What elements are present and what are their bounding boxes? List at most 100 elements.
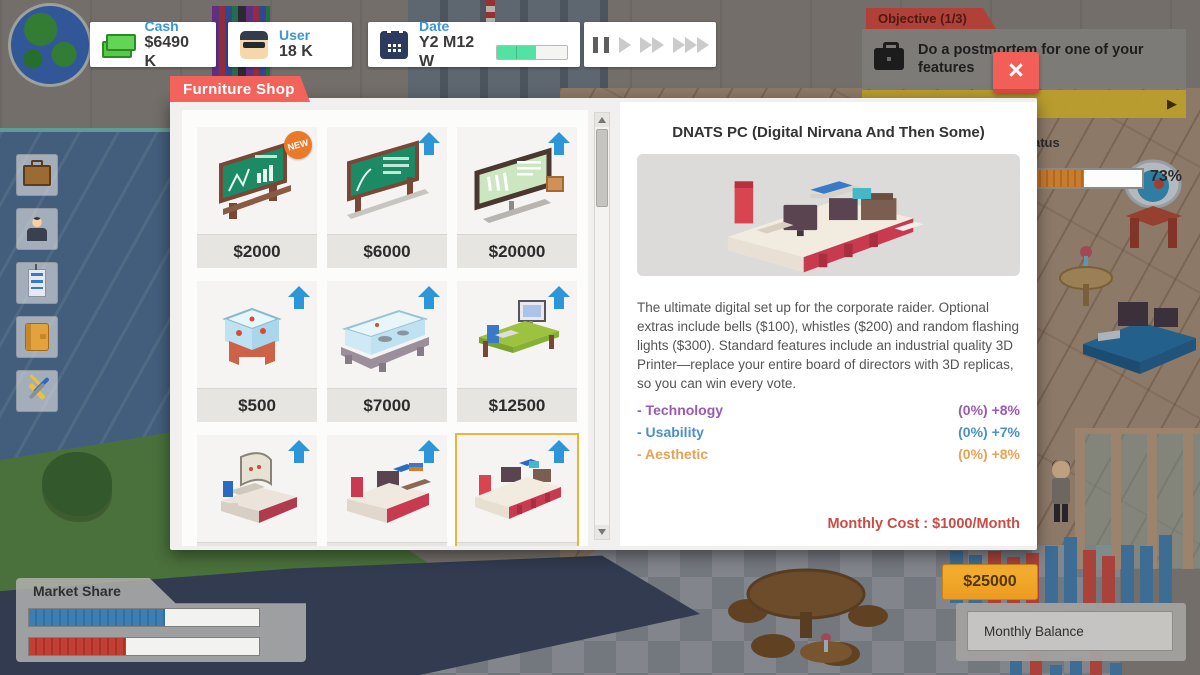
close-dialog-button[interactable]: × (993, 52, 1039, 93)
date-label: Date (419, 18, 568, 34)
date-panel: Date Y2 M12 W (368, 22, 580, 67)
play-button[interactable] (619, 37, 631, 53)
shop-item[interactable]: $12500 (457, 281, 577, 422)
market-share-bar-track (28, 637, 260, 656)
item-image (197, 435, 317, 542)
item-price (457, 542, 577, 546)
market-share-bar-self (29, 609, 165, 626)
briefcase-icon (23, 165, 51, 186)
scroll-up-button[interactable] (595, 113, 609, 127)
user-icon (240, 31, 268, 59)
market-share-bar-competitor (29, 638, 126, 655)
shop-items-grid: NEW $2000 $6000 (182, 110, 588, 546)
stat-value: (0%) +8% (958, 402, 1020, 418)
upgrade-arrow-icon (288, 286, 310, 309)
scrollbar-thumb[interactable] (596, 129, 608, 207)
item-image (327, 281, 447, 388)
stat-name: - Technology (637, 402, 723, 418)
objective-next-arrow[interactable]: ▶ (1167, 96, 1177, 112)
item-detail-pane: DNATS PC (Digital Nirvana And Then Some) (620, 102, 1037, 546)
item-price: $6000 (327, 234, 447, 268)
market-share-title: Market Share (33, 583, 121, 599)
objective-header: Objective (1/3) (866, 8, 996, 29)
monthly-balance-panel: Monthly Balance (956, 603, 1186, 661)
item-image (457, 127, 577, 234)
upgrade-arrow-icon (418, 440, 440, 463)
shop-item-selected[interactable] (457, 435, 577, 546)
shop-item[interactable] (197, 435, 317, 546)
week-progress-fill (497, 46, 535, 59)
balance-chart-bar (1121, 545, 1134, 603)
balance-chart-bar (1102, 556, 1115, 603)
item-price: $12500 (457, 388, 577, 422)
shop-item[interactable] (327, 435, 447, 546)
cash-panel: Cash $6490 K (90, 22, 216, 67)
market-share-bar-track (28, 608, 260, 627)
journal-icon (25, 323, 49, 351)
cash-label: Cash (144, 18, 204, 34)
date-value: Y2 M12 W (419, 34, 488, 71)
item-price: $2000 (197, 234, 317, 268)
stat-aesthetic: - Aesthetic (0%) +8% (637, 446, 1020, 462)
detail-title: DNATS PC (Digital Nirvana And Then Some) (620, 124, 1037, 141)
detail-description: The ultimate digital set up for the corp… (637, 298, 1020, 393)
sidebar-item-journal[interactable] (16, 316, 58, 358)
furniture-shop-dialog: NEW $2000 $6000 (170, 98, 1037, 550)
fast-forward-button[interactable] (640, 37, 664, 53)
balance-amount-button[interactable]: $25000 (942, 564, 1038, 600)
item-price: $20000 (457, 234, 577, 268)
scroll-down-button[interactable] (595, 525, 609, 539)
week-progress-bar (496, 45, 568, 60)
item-price: $7000 (327, 388, 447, 422)
item-image (197, 281, 317, 388)
shop-item[interactable]: NEW $2000 (197, 127, 317, 268)
furniture-shop-tab: Furniture Shop (170, 76, 310, 102)
balance-chart-bar (1140, 546, 1153, 603)
dnats-desk-image (679, 156, 979, 274)
stat-technology: - Technology (0%) +8% (637, 402, 1020, 418)
stat-name: - Usability (637, 424, 704, 440)
stat-value: (0%) +7% (958, 424, 1020, 440)
sidebar-item-tools[interactable] (16, 370, 58, 412)
money-icon (102, 33, 133, 57)
tools-icon (24, 378, 50, 404)
upgrade-arrow-icon (548, 440, 570, 463)
shop-item[interactable]: $500 (197, 281, 317, 422)
shop-item[interactable]: $7000 (327, 281, 447, 422)
balance-chart-bar (1159, 535, 1172, 603)
fastest-forward-button[interactable] (673, 37, 709, 53)
item-image (327, 127, 447, 234)
objective-text: Do a postmortem for one of your features (918, 41, 1176, 77)
briefcase-icon (874, 48, 904, 70)
shop-item[interactable]: $6000 (327, 127, 447, 268)
employee-icon (25, 217, 49, 241)
detail-image-box (637, 154, 1020, 276)
item-image (457, 281, 577, 388)
stat-value: (0%) +8% (958, 446, 1020, 462)
building-icon (28, 269, 46, 297)
shop-scrollbar[interactable] (594, 112, 610, 540)
stat-usability: - Usability (0%) +7% (637, 424, 1020, 440)
upgrade-arrow-icon (418, 132, 440, 155)
cash-value: $6490 K (144, 34, 204, 71)
user-panel: User 18 K (228, 22, 352, 67)
item-price (197, 542, 317, 546)
pause-button[interactable] (592, 37, 610, 53)
balance-chart-bar (1083, 550, 1096, 603)
calendar-icon (380, 31, 408, 59)
user-value: 18 K (279, 43, 313, 61)
item-image (327, 435, 447, 542)
monthly-cost: Monthly Cost : $1000/Month (827, 516, 1020, 532)
monthly-balance-label[interactable]: Monthly Balance (967, 611, 1173, 651)
sidebar-item-employee[interactable] (16, 208, 58, 250)
shop-item[interactable]: $20000 (457, 127, 577, 268)
sidebar-item-briefcase[interactable] (16, 154, 58, 196)
playback-panel (584, 22, 716, 67)
item-image: NEW (197, 127, 317, 234)
user-label: User (279, 27, 313, 43)
sidebar-item-building[interactable] (16, 262, 58, 304)
game-screen: Cash $6490 K User 18 K Date Y2 M12 W Obj… (0, 0, 1200, 675)
item-price: $500 (197, 388, 317, 422)
upgrade-arrow-icon (548, 132, 570, 155)
upgrade-arrow-icon (288, 440, 310, 463)
